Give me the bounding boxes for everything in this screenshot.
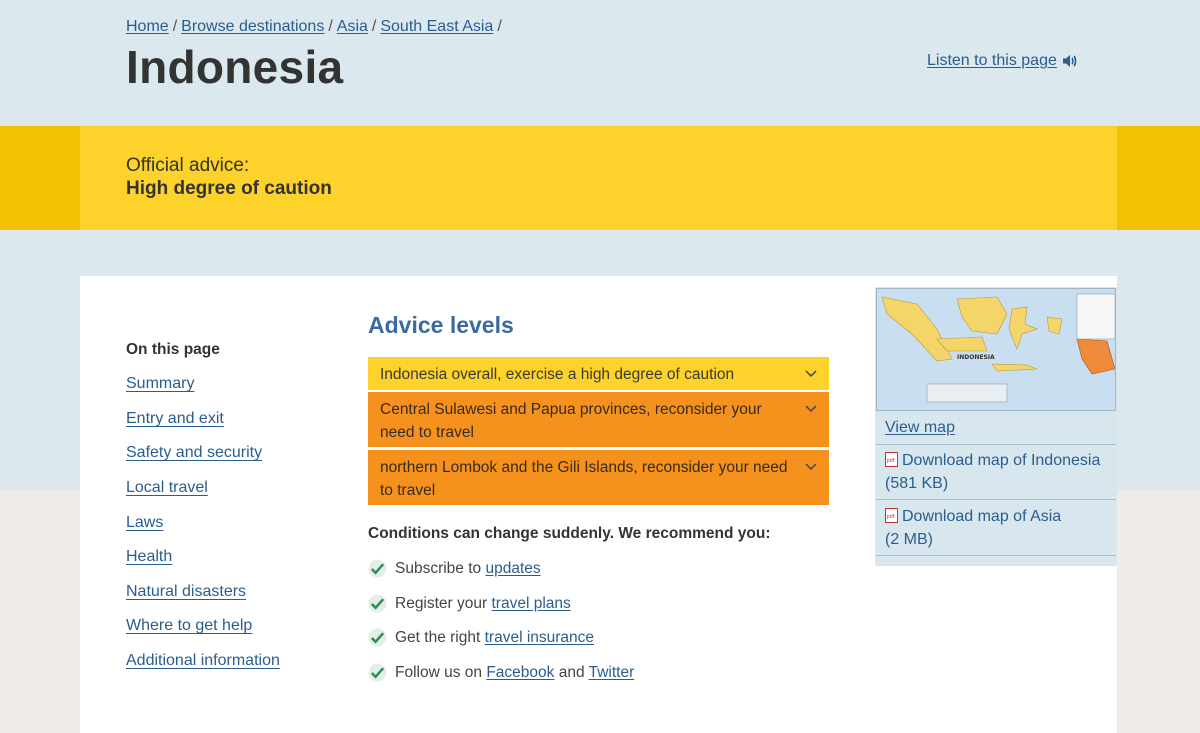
breadcrumb-browse-destinations[interactable]: Browse destinations — [181, 18, 324, 35]
map-divider — [876, 555, 1116, 556]
toc-item-health[interactable]: Health — [126, 548, 172, 566]
svg-text:pdf: pdf — [887, 458, 895, 464]
chevron-down-icon — [805, 370, 817, 378]
breadcrumb-separator: / — [497, 18, 502, 35]
svg-text:pdf: pdf — [887, 514, 895, 520]
map-country-label: INDONESIA — [957, 354, 995, 361]
official-advice-label: Official advice: — [126, 155, 250, 176]
toc-item-additional-information[interactable]: Additional information — [126, 652, 280, 670]
toc-item-entry-and-exit[interactable]: Entry and exit — [126, 410, 224, 428]
map-divider — [876, 444, 1116, 445]
recommendation-follow: Follow us on Facebook and Twitter — [368, 663, 634, 682]
speaker-icon — [1061, 53, 1077, 69]
toc-item-summary[interactable]: Summary — [126, 375, 194, 393]
toc-item-safety-and-security[interactable]: Safety and security — [126, 444, 262, 462]
advice-level-text: northern Lombok and the Gili Islands, re… — [380, 459, 788, 499]
advice-level-sulawesi-papua[interactable]: Central Sulawesi and Papua provinces, re… — [368, 392, 829, 447]
recommendations-heading: Conditions can change suddenly. We recom… — [368, 525, 771, 542]
indonesia-map-thumbnail[interactable]: INDONESIA — [876, 288, 1116, 411]
twitter-link[interactable]: Twitter — [589, 664, 635, 681]
listen-label: Listen to this page — [927, 52, 1057, 69]
recommendation-text: Follow us on — [395, 663, 487, 681]
checkmark-icon — [368, 663, 387, 682]
download-map-size: (2 MB) — [885, 531, 933, 548]
recommendation-text: Register your — [395, 594, 492, 612]
facebook-link[interactable]: Facebook — [486, 664, 554, 681]
advice-levels-title: Advice levels — [368, 312, 514, 338]
breadcrumb: Home / Browse destinations / Asia / South East… — [126, 18, 506, 36]
recommendation-text: Subscribe to — [395, 559, 486, 577]
checkmark-icon — [368, 628, 387, 647]
download-map-size: (581 KB) — [885, 475, 949, 492]
map-divider — [876, 499, 1116, 500]
updates-link[interactable]: updates — [485, 560, 540, 577]
recommendation-insurance: Get the right travel insurance — [368, 628, 594, 647]
download-map-indonesia[interactable]: pdf Download map of Indonesia (581 KB) — [885, 449, 1110, 495]
breadcrumb-separator: / — [172, 18, 178, 35]
toc-item-laws[interactable]: Laws — [126, 514, 163, 532]
breadcrumb-south-east-asia[interactable]: South East Asia — [380, 18, 493, 35]
breadcrumb-separator: / — [328, 18, 333, 35]
travel-insurance-link[interactable]: travel insurance — [485, 629, 594, 646]
view-map-link[interactable]: View map — [885, 416, 955, 439]
chevron-down-icon — [805, 405, 817, 413]
download-map-label: Download map of Indonesia — [902, 452, 1101, 469]
toc-item-natural-disasters[interactable]: Natural disasters — [126, 583, 246, 601]
listen-button[interactable]: Listen to this page — [927, 52, 1077, 70]
chevron-down-icon — [805, 463, 817, 471]
toc-item-where-to-get-help[interactable]: Where to get help — [126, 617, 252, 635]
toc-item-local-travel[interactable]: Local travel — [126, 479, 208, 497]
recommendation-register: Register your travel plans — [368, 594, 571, 613]
official-advice-level: High degree of caution — [126, 178, 332, 199]
toc-title: On this page — [126, 341, 220, 358]
pdf-icon: pdf — [885, 508, 898, 523]
advice-level-overall[interactable]: Indonesia overall, exercise a high degre… — [368, 357, 829, 390]
download-map-asia[interactable]: pdf Download map of Asia (2 MB) — [885, 505, 1110, 551]
advice-level-text: Indonesia overall, exercise a high degre… — [380, 366, 735, 383]
download-map-label: Download map of Asia — [902, 508, 1062, 525]
recommendation-text: and — [554, 663, 589, 681]
checkmark-icon — [368, 559, 387, 578]
breadcrumb-home[interactable]: Home — [126, 18, 169, 35]
recommendation-subscribe: Subscribe to updates — [368, 559, 541, 578]
advice-level-text: Central Sulawesi and Papua provinces, re… — [380, 401, 762, 441]
pdf-icon: pdf — [885, 452, 898, 467]
breadcrumb-asia[interactable]: Asia — [337, 18, 368, 35]
page-title: Indonesia — [126, 41, 344, 93]
advice-level-lombok-gili[interactable]: northern Lombok and the Gili Islands, re… — [368, 450, 829, 505]
travel-plans-link[interactable]: travel plans — [491, 595, 570, 612]
checkmark-icon — [368, 594, 387, 613]
breadcrumb-separator: / — [371, 18, 377, 35]
recommendation-text: Get the right — [395, 628, 485, 646]
